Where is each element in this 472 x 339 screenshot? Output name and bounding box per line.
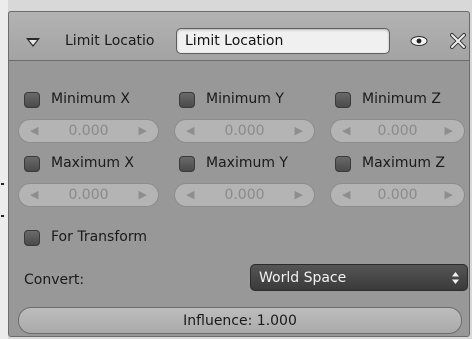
left-window-edge bbox=[0, 0, 8, 339]
minimum-y-value: 0.000 bbox=[224, 123, 265, 139]
minimum-z-toggle[interactable]: Minimum Z bbox=[335, 90, 465, 110]
maximum-x-toggle[interactable]: Maximum X bbox=[24, 154, 164, 174]
increment-arrow-icon[interactable]: ▶ bbox=[445, 124, 453, 137]
edge-tick-mark bbox=[1, 183, 4, 185]
increment-arrow-icon[interactable]: ▶ bbox=[139, 124, 147, 137]
minimum-x-field[interactable]: ◀ 0.000 ▶ bbox=[18, 119, 159, 143]
maximum-z-label: Maximum Z bbox=[362, 155, 446, 171]
increment-arrow-icon[interactable]: ▶ bbox=[295, 188, 303, 201]
convert-space-value: World Space bbox=[259, 270, 347, 286]
for-transform-checkbox[interactable] bbox=[24, 230, 40, 246]
close-icon[interactable] bbox=[448, 31, 468, 51]
maximum-z-toggle[interactable]: Maximum Z bbox=[335, 154, 465, 174]
minimum-x-value: 0.000 bbox=[68, 123, 109, 139]
increment-arrow-icon[interactable]: ▶ bbox=[445, 188, 453, 201]
eye-icon[interactable] bbox=[410, 35, 428, 47]
maximum-x-label: Maximum X bbox=[51, 155, 135, 171]
maximum-y-checkbox[interactable] bbox=[179, 156, 195, 172]
increment-arrow-icon[interactable]: ▶ bbox=[139, 188, 147, 201]
maximum-x-checkbox[interactable] bbox=[24, 156, 40, 172]
minimum-z-label: Minimum Z bbox=[362, 91, 441, 107]
up-down-arrows-icon bbox=[452, 272, 459, 284]
edge-tick-mark bbox=[1, 215, 4, 217]
constraint-type-label: Limit Locatio bbox=[65, 33, 155, 49]
minimum-x-label: Minimum X bbox=[51, 91, 130, 107]
constraint-name-field[interactable]: Limit Location bbox=[176, 28, 390, 54]
for-transform-label: For Transform bbox=[51, 229, 147, 245]
influence-slider[interactable]: Influence: 1.000 bbox=[18, 307, 462, 334]
convert-space-dropdown[interactable]: World Space bbox=[250, 264, 468, 291]
maximum-x-field[interactable]: ◀ 0.000 ▶ bbox=[18, 183, 159, 207]
minimum-x-toggle[interactable]: Minimum X bbox=[24, 90, 164, 110]
maximum-y-field[interactable]: ◀ 0.000 ▶ bbox=[174, 183, 315, 207]
collapse-triangle-icon[interactable] bbox=[26, 38, 40, 47]
minimum-y-label: Minimum Y bbox=[206, 91, 284, 107]
maximum-y-label: Maximum Y bbox=[206, 155, 288, 171]
minimum-z-checkbox[interactable] bbox=[335, 92, 351, 108]
increment-arrow-icon[interactable]: ▶ bbox=[295, 124, 303, 137]
minimum-z-field[interactable]: ◀ 0.000 ▶ bbox=[330, 119, 465, 143]
maximum-x-value: 0.000 bbox=[68, 187, 109, 203]
influence-value: Influence: 1.000 bbox=[183, 313, 297, 329]
for-transform-toggle[interactable]: For Transform bbox=[24, 228, 184, 248]
minimum-x-checkbox[interactable] bbox=[24, 92, 40, 108]
maximum-y-value: 0.000 bbox=[224, 187, 265, 203]
maximum-y-toggle[interactable]: Maximum Y bbox=[179, 154, 319, 174]
maximum-z-checkbox[interactable] bbox=[335, 156, 351, 172]
maximum-z-field[interactable]: ◀ 0.000 ▶ bbox=[330, 183, 465, 207]
minimum-y-field[interactable]: ◀ 0.000 ▶ bbox=[174, 119, 315, 143]
minimum-y-toggle[interactable]: Minimum Y bbox=[179, 90, 319, 110]
convert-label: Convert: bbox=[24, 272, 85, 288]
minimum-y-checkbox[interactable] bbox=[179, 92, 195, 108]
